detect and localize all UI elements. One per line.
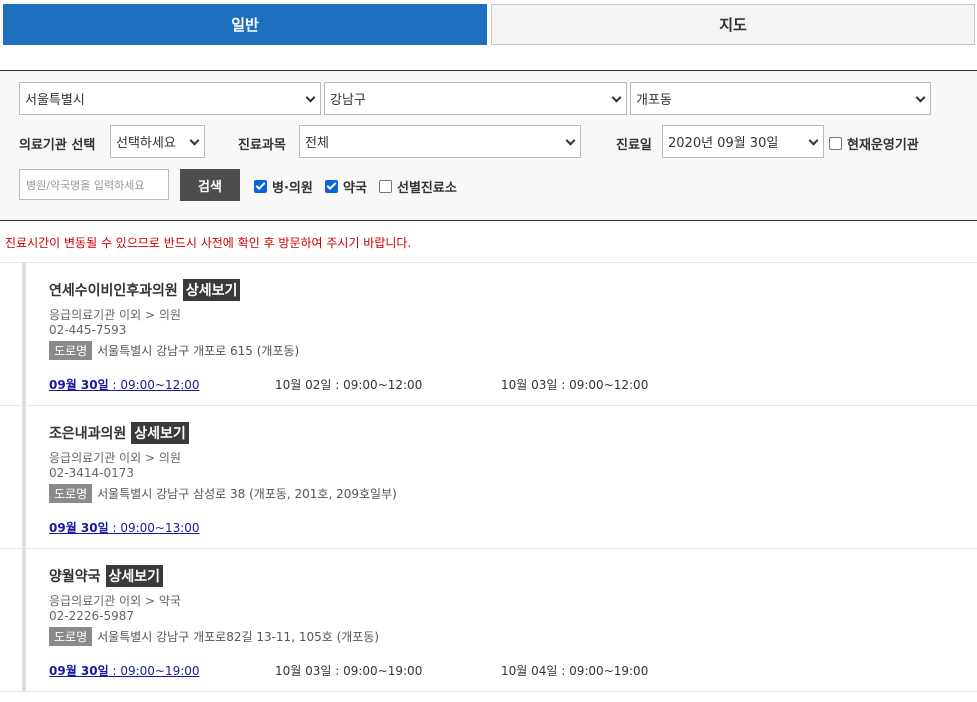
chevron-down-icon — [808, 135, 819, 146]
date-select[interactable]: 2020년 09월 30일 — [662, 125, 824, 158]
clinic-checkbox-label: 병·의원 — [272, 181, 313, 196]
item-address: 서울특별시 강남구 개포로 615 (개포동) — [97, 344, 300, 358]
item-hours: 09월 30일 : 09:00~13:00 — [49, 519, 275, 536]
notice-text: 진료시간이 변동될 수 있으므로 반드시 사전에 확인 후 방문하여 주시기 바… — [5, 236, 412, 250]
road-badge: 도로명 — [49, 627, 93, 646]
tab-map[interactable]: 지도 — [491, 4, 975, 45]
pharmacy-checkbox-label: 약국 — [343, 181, 367, 196]
item-name[interactable]: 연세수이비인후과의원 — [49, 280, 178, 300]
chevron-down-icon — [611, 92, 622, 103]
item-name[interactable]: 조은내과의원 — [49, 423, 126, 443]
item-address-row: 도로명 서울특별시 강남구 개포로82길 13-11, 105호 (개포동) — [49, 627, 379, 646]
item-title-row: 양월약국 상세보기 — [49, 565, 164, 587]
date-label: 진료일 — [616, 138, 652, 153]
detail-button[interactable]: 상세보기 — [131, 422, 189, 444]
item-address: 서울특별시 강남구 개포로82길 13-11, 105호 (개포동) — [97, 630, 380, 644]
result-list: 연세수이비인후과의원 상세보기 응급의료기관 이외 > 의원 02-445-75… — [0, 262, 977, 692]
department-label: 진료과목 — [238, 138, 286, 153]
hours-date: 09월 30일 — [49, 378, 109, 392]
hours-time: : 09:00~19:00 — [108, 664, 200, 678]
institution-select[interactable]: 선택하세요 — [110, 125, 205, 158]
district-select-value: 강남구 — [330, 93, 366, 108]
list-item: 연세수이비인후과의원 상세보기 응급의료기관 이외 > 의원 02-445-75… — [0, 263, 977, 406]
hours-entry: 10월 02일 : 09:00~12:00 — [275, 376, 501, 393]
checkbox-unchecked-icon — [829, 137, 842, 150]
search-input[interactable]: 병원/약국명을 입력하세요 — [19, 169, 169, 200]
city-select-value: 서울특별시 — [25, 93, 85, 108]
screening-checkbox[interactable]: 선별진료소 — [379, 177, 457, 196]
hours-today-link[interactable]: 09월 30일 : 09:00~19:00 — [49, 662, 275, 679]
tab-general[interactable]: 일반 — [3, 4, 487, 45]
open-now-checkbox[interactable]: 현재운영기관 — [829, 134, 919, 153]
date-select-value: 2020년 09월 30일 — [668, 136, 779, 151]
institution-select-value: 선택하세요 — [116, 136, 176, 151]
detail-button[interactable]: 상세보기 — [105, 565, 164, 587]
item-title-row: 조은내과의원 상세보기 — [49, 422, 189, 444]
hours-time: : 09:00~12:00 — [331, 378, 423, 392]
detail-button[interactable]: 상세보기 — [182, 279, 241, 301]
hours-today-link[interactable]: 09월 30일 : 09:00~12:00 — [49, 376, 275, 393]
road-badge: 도로명 — [49, 341, 93, 360]
item-accent-bar — [22, 406, 26, 548]
pharmacy-checkbox[interactable]: 약국 — [325, 177, 367, 196]
hours-date: 10월 03일 — [501, 378, 558, 392]
dong-select[interactable]: 개포동 — [630, 82, 931, 115]
chevron-down-icon — [565, 135, 576, 146]
hours-entry: 10월 03일 : 09:00~12:00 — [501, 376, 727, 393]
department-select[interactable]: 전체 — [299, 125, 581, 158]
chevron-down-icon — [189, 135, 200, 146]
checkbox-unchecked-icon — [379, 180, 392, 193]
item-accent-bar — [22, 549, 26, 691]
hours-time: : 09:00~12:00 — [557, 378, 649, 392]
item-hours: 09월 30일 : 09:00~12:00 10월 02일 : 09:00~12… — [49, 376, 727, 393]
search-button[interactable]: 검색 — [180, 169, 240, 201]
screening-checkbox-label: 선별진료소 — [397, 181, 457, 196]
dong-select-value: 개포동 — [636, 93, 672, 108]
item-address-row: 도로명 서울특별시 강남구 개포로 615 (개포동) — [49, 341, 299, 360]
department-select-value: 전체 — [305, 136, 329, 151]
hours-date: 10월 04일 — [501, 664, 558, 678]
item-phone: 02-445-7593 — [49, 323, 127, 337]
road-badge: 도로명 — [49, 484, 93, 503]
hours-time: : 09:00~19:00 — [557, 664, 649, 678]
chevron-down-icon — [305, 92, 316, 103]
hours-entry: 10월 03일 : 09:00~19:00 — [275, 662, 501, 679]
hours-today-link[interactable]: 09월 30일 : 09:00~13:00 — [49, 519, 275, 536]
item-type: 응급의료기관 이외 > 의원 — [49, 451, 181, 465]
view-tabs: 일반 지도 — [3, 4, 975, 45]
search-filter-panel: 서울특별시 강남구 개포동 의료기관 선택 선택하세요 진료과목 전체 진료일 … — [0, 70, 977, 221]
hours-date: 10월 03일 — [275, 664, 332, 678]
search-input-placeholder: 병원/약국명을 입력하세요 — [26, 178, 145, 192]
hours-time: : 09:00~13:00 — [108, 521, 200, 535]
city-select[interactable]: 서울특별시 — [19, 82, 321, 115]
open-now-label: 현재운영기관 — [847, 138, 919, 153]
list-item: 조은내과의원 상세보기 응급의료기관 이외 > 의원 02-3414-0173 … — [0, 406, 977, 549]
item-address-row: 도로명 서울특별시 강남구 삼성로 38 (개포동, 201호, 209호일부) — [49, 484, 397, 503]
chevron-down-icon — [915, 92, 926, 103]
hours-date: 09월 30일 — [49, 664, 109, 678]
item-type: 응급의료기관 이외 > 약국 — [49, 594, 181, 608]
item-name[interactable]: 양월약국 — [49, 566, 101, 586]
list-item: 양월약국 상세보기 응급의료기관 이외 > 약국 02-2226-5987 도로… — [0, 549, 977, 692]
hours-date: 09월 30일 — [49, 521, 109, 535]
item-accent-bar — [22, 263, 26, 405]
hours-date: 10월 02일 — [275, 378, 332, 392]
hours-time: : 09:00~19:00 — [331, 664, 423, 678]
district-select[interactable]: 강남구 — [324, 82, 627, 115]
item-address: 서울특별시 강남구 삼성로 38 (개포동, 201호, 209호일부) — [97, 487, 397, 501]
checkbox-checked-icon — [325, 180, 338, 193]
item-type: 응급의료기관 이외 > 의원 — [49, 308, 181, 322]
checkbox-checked-icon — [254, 180, 267, 193]
clinic-checkbox[interactable]: 병·의원 — [254, 177, 313, 196]
institution-label: 의료기관 선택 — [19, 138, 96, 153]
hours-entry: 10월 04일 : 09:00~19:00 — [501, 662, 727, 679]
item-phone: 02-2226-5987 — [49, 609, 135, 623]
hours-time: : 09:00~12:00 — [108, 378, 200, 392]
item-hours: 09월 30일 : 09:00~19:00 10월 03일 : 09:00~19… — [49, 662, 727, 679]
item-phone: 02-3414-0173 — [49, 466, 135, 480]
item-title-row: 연세수이비인후과의원 상세보기 — [49, 279, 241, 301]
